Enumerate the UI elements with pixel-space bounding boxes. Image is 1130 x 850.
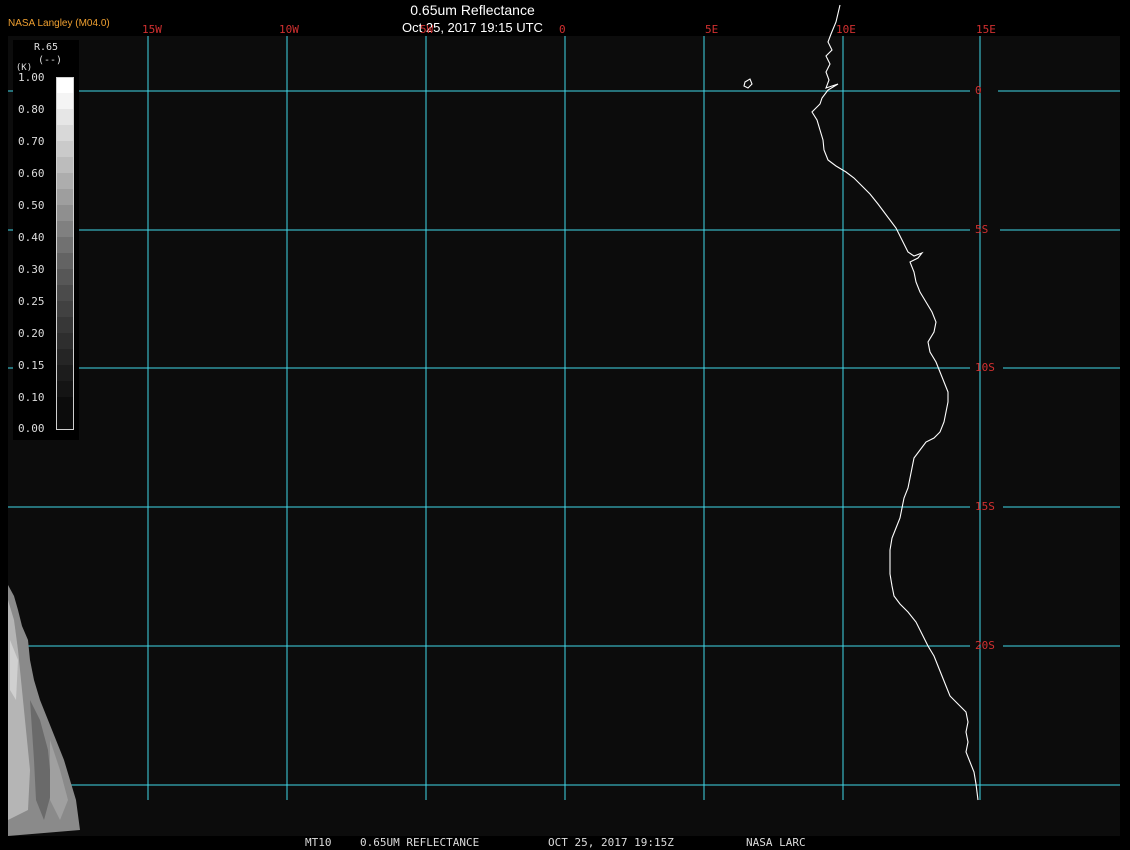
legend-tick: 0.15 bbox=[18, 359, 45, 372]
lon-label-5w: 5W bbox=[420, 23, 434, 36]
lat-lon-grid bbox=[8, 36, 1120, 800]
lat-label-5s: 5S bbox=[975, 223, 989, 236]
map-overlay bbox=[8, 4, 1120, 836]
coastline bbox=[743, 4, 979, 801]
lon-label-5e: 5E bbox=[705, 23, 719, 36]
footer-satellite: MT10 bbox=[305, 836, 332, 849]
legend-tick: 0.25 bbox=[18, 295, 45, 308]
page-title: 0.65um Reflectance bbox=[410, 2, 535, 18]
lon-label-0: 0 bbox=[559, 23, 566, 36]
footer-product: 0.65UM REFLECTANCE bbox=[360, 836, 480, 849]
satellite-imagery-strip bbox=[8, 585, 80, 836]
lon-label-15e: 15E bbox=[976, 23, 996, 36]
lat-label-20s: 20S bbox=[975, 639, 995, 652]
legend-tick: 0.80 bbox=[18, 103, 45, 116]
legend-tick: 0.10 bbox=[18, 391, 45, 404]
legend-tick: 0.40 bbox=[18, 231, 45, 244]
lat-label-0: 0 bbox=[975, 84, 982, 97]
footer-timestamp: OCT 25, 2017 19:15Z bbox=[548, 836, 674, 849]
legend-tick: 0.20 bbox=[18, 327, 45, 340]
color-legend: R.65 (--) (K) 1.00 0.80 0.70 0.60 0.50 0… bbox=[13, 40, 79, 440]
lon-label-10w: 10W bbox=[279, 23, 299, 36]
legend-tick: 0.60 bbox=[18, 167, 45, 180]
footer-source: NASA LARC bbox=[746, 836, 806, 849]
lat-label-15s: 15S bbox=[975, 500, 995, 513]
legend-tick: 0.30 bbox=[18, 263, 45, 276]
lon-label-15w: 15W bbox=[142, 23, 162, 36]
island-outline bbox=[743, 78, 753, 89]
lon-label-10e: 10E bbox=[836, 23, 856, 36]
legend-tick: 1.00 bbox=[18, 71, 45, 84]
lat-label-10s: 10S bbox=[975, 361, 995, 374]
legend-tick: 0.70 bbox=[18, 135, 45, 148]
legend-tick: 0.50 bbox=[18, 199, 45, 212]
footer-bar: MT10 0.65UM REFLECTANCE OCT 25, 2017 19:… bbox=[0, 836, 1130, 850]
legend-tick: 0.00 bbox=[18, 422, 45, 435]
